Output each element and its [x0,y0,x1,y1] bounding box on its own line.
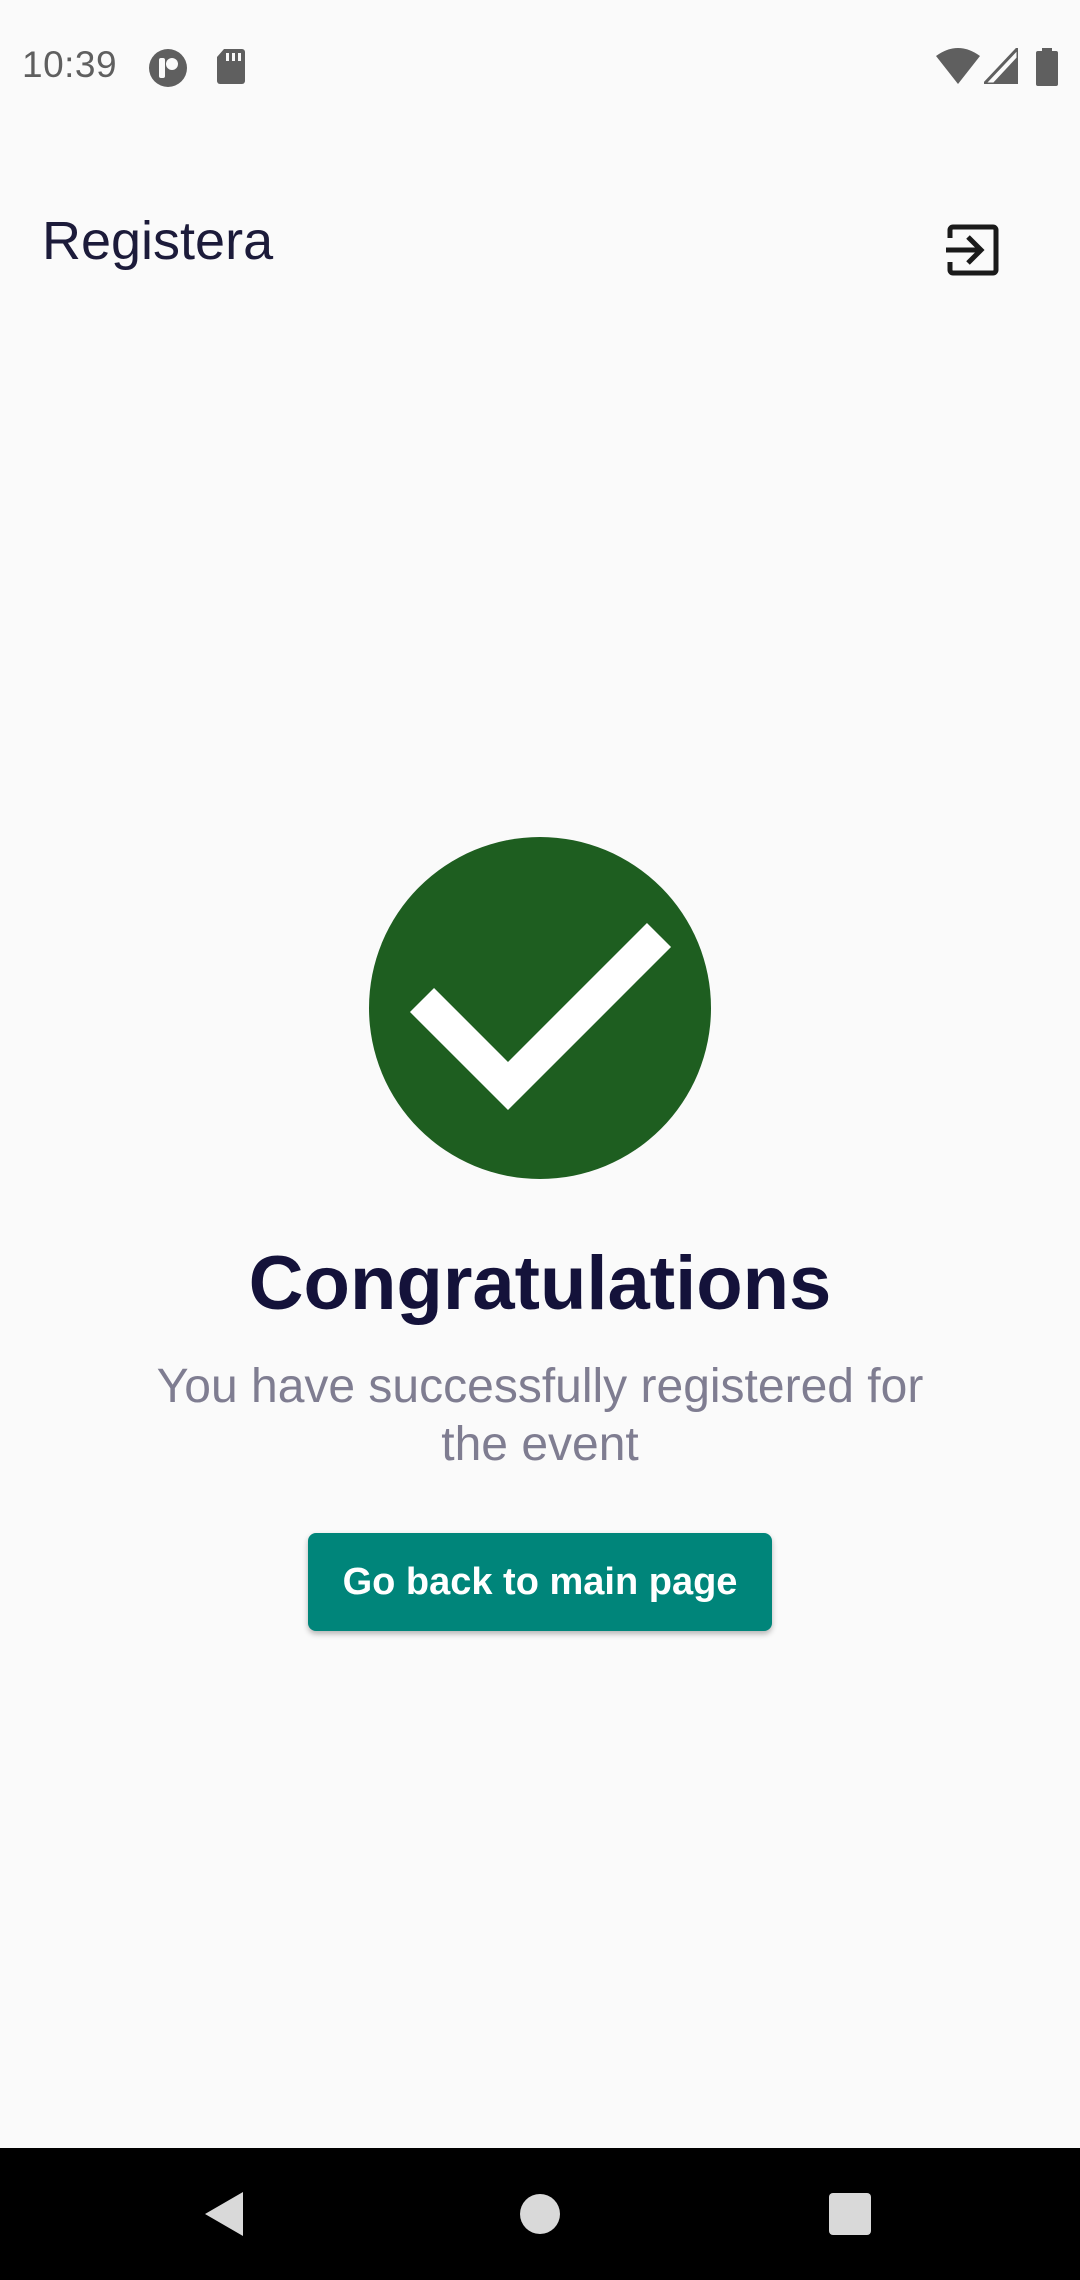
home-icon [520,2194,560,2234]
status-bar: 10:39 [0,0,1080,136]
back-icon [205,2192,243,2236]
logout-icon [946,224,999,276]
go-back-main-page-button[interactable]: Go back to main page [308,1533,772,1631]
success-badge [369,837,711,1179]
app-notification-icon [148,48,188,93]
sd-card-icon [216,48,246,89]
app-bar: Registera [0,180,1080,300]
check-icon [409,922,672,1111]
logout-button[interactable] [924,202,1020,298]
app-title: Registera [42,211,274,271]
success-message: You have successfully registered for the… [156,1360,924,1471]
status-time: 10:39 [22,44,118,85]
back-button[interactable] [155,2148,295,2280]
recents-button[interactable] [780,2148,920,2280]
wifi-icon [936,48,980,89]
cellular-signal-icon [980,44,1020,89]
success-headline: Congratulations [248,1241,832,1326]
home-button[interactable] [470,2148,610,2280]
battery-icon [1036,48,1058,91]
recents-icon [829,2193,871,2235]
system-nav-bar [0,2148,1080,2280]
